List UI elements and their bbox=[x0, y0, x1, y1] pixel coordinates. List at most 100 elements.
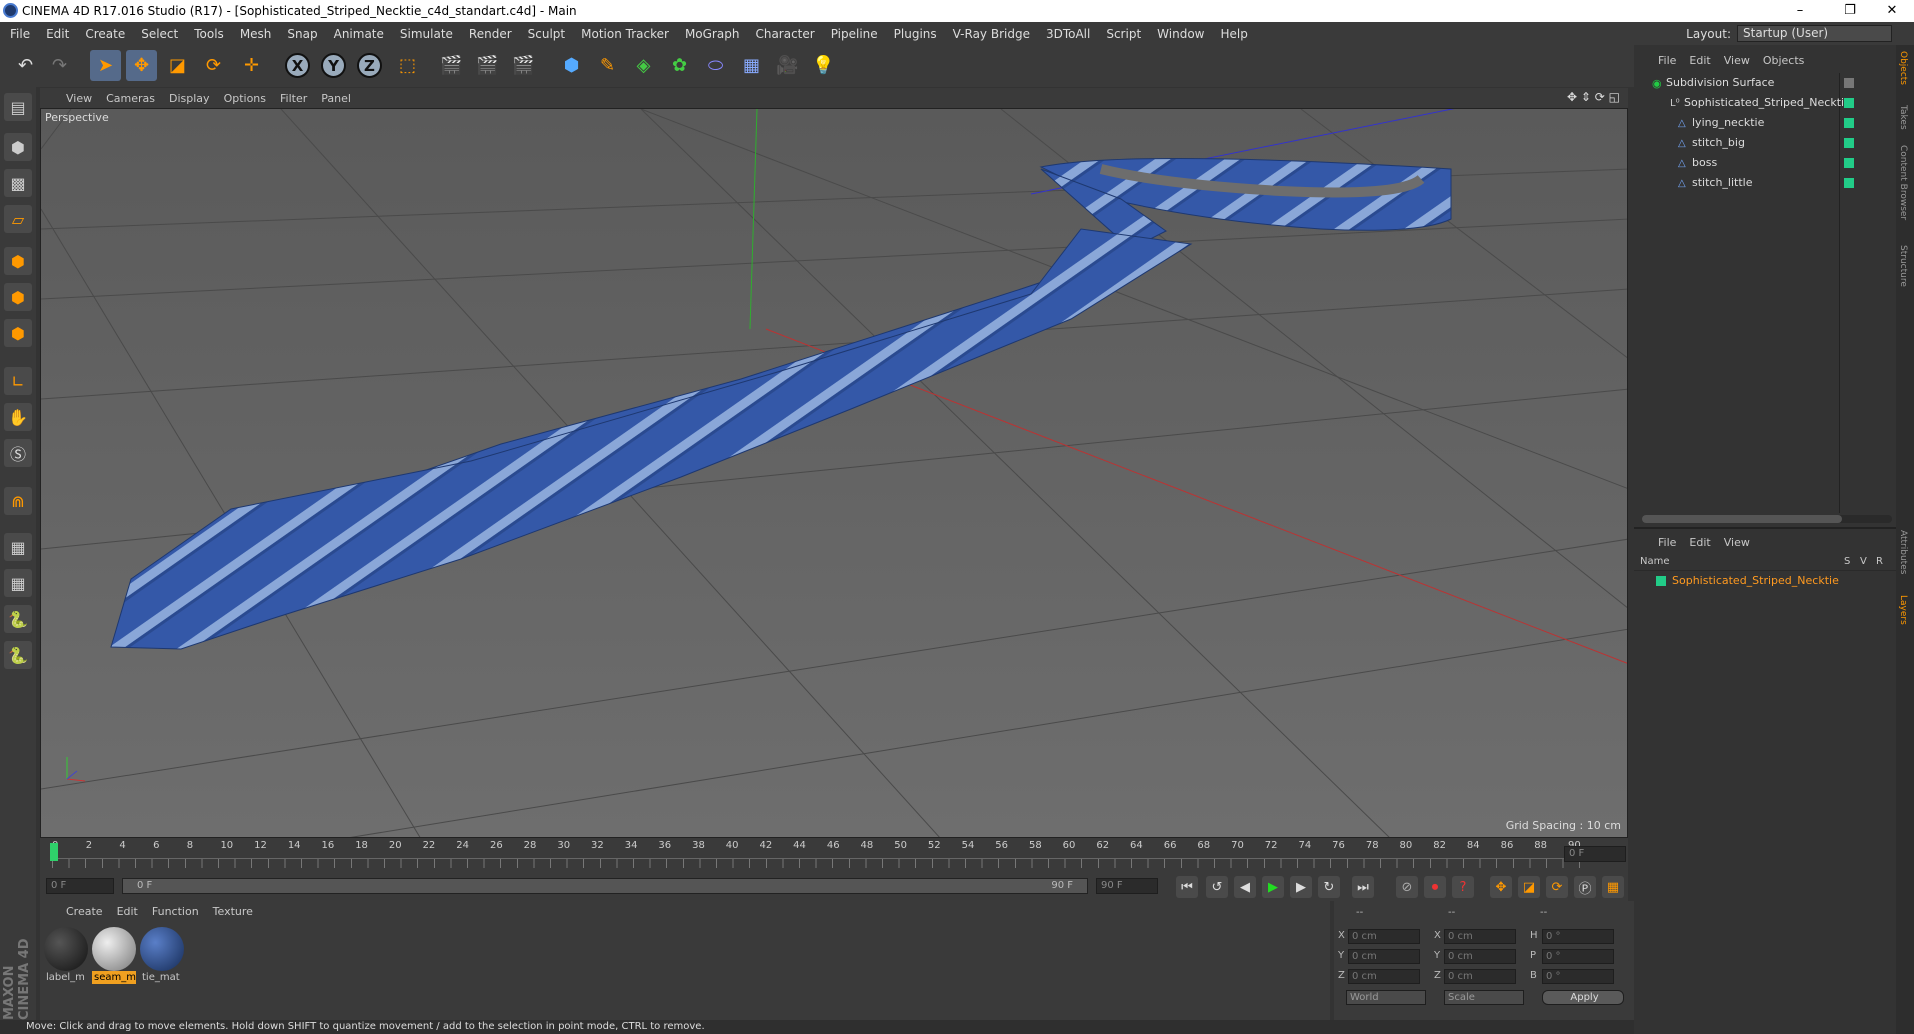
render-view-icon[interactable]: 🎬 bbox=[436, 50, 467, 81]
coord-size-y-field[interactable]: 0 cm bbox=[1444, 949, 1516, 964]
axis-z-lock-button[interactable]: Z bbox=[354, 50, 385, 81]
menu-simulate[interactable]: Simulate bbox=[400, 27, 453, 41]
menu-window[interactable]: Window bbox=[1157, 27, 1204, 41]
menu-mesh[interactable]: Mesh bbox=[240, 27, 272, 41]
workplane-mode-icon[interactable]: ▱ bbox=[4, 205, 32, 233]
objects-menu-view[interactable]: View bbox=[1724, 54, 1750, 67]
coord-pos-y-field[interactable]: 0 cm bbox=[1348, 949, 1420, 964]
coord-mode-dropdown[interactable]: World bbox=[1346, 990, 1426, 1005]
next-frame-icon[interactable]: ▶ bbox=[1290, 876, 1312, 898]
material-swatch-label[interactable] bbox=[44, 927, 88, 971]
material-menu-edit[interactable]: Edit bbox=[117, 905, 138, 918]
menu-edit[interactable]: Edit bbox=[46, 27, 69, 41]
viewport-camera-label[interactable]: Perspective bbox=[45, 111, 109, 124]
3d-viewport[interactable]: Perspective Grid Spacing : 10 cm bbox=[40, 108, 1628, 838]
coord-rot-p-field[interactable]: 0 ° bbox=[1542, 949, 1614, 964]
coord-pos-x-field[interactable]: 0 cm bbox=[1348, 929, 1420, 944]
workplane-lock-icon[interactable]: ▦ bbox=[4, 533, 32, 561]
menu-character[interactable]: Character bbox=[755, 27, 814, 41]
coord-rot-b-field[interactable]: 0 ° bbox=[1542, 969, 1614, 984]
autokey-icon[interactable]: ⏺ bbox=[1424, 876, 1446, 898]
python-script-icon-2[interactable]: 🐍 bbox=[4, 641, 32, 669]
spline-pen-icon[interactable]: ✎ bbox=[592, 50, 623, 81]
previous-frame-icon[interactable]: ◀ bbox=[1234, 876, 1256, 898]
tree-item[interactable]: △ stitch_big bbox=[1634, 134, 1854, 152]
side-tab-objects[interactable]: Objects bbox=[1898, 51, 1908, 85]
end-frame-field[interactable]: 90 F bbox=[1096, 878, 1158, 894]
rotate-tool-icon[interactable]: ⟳ bbox=[198, 50, 229, 81]
layer-color-swatch[interactable] bbox=[1656, 576, 1666, 586]
side-tab-content-browser[interactable]: Content Browser bbox=[1898, 145, 1908, 220]
make-editable-icon[interactable]: ▤ bbox=[4, 93, 32, 121]
menu-sculpt[interactable]: Sculpt bbox=[528, 27, 565, 41]
material-name-tie[interactable]: tie_mat bbox=[140, 971, 184, 984]
layers-menu-view[interactable]: View bbox=[1724, 536, 1750, 549]
menu-select[interactable]: Select bbox=[141, 27, 178, 41]
deformer-icon[interactable]: ⬭ bbox=[700, 50, 731, 81]
model-mode-icon[interactable]: ⬢ bbox=[4, 133, 32, 161]
objects-horizontal-scrollbar[interactable] bbox=[1642, 515, 1892, 523]
side-tab-takes[interactable]: Takes bbox=[1898, 105, 1908, 130]
magnet-icon[interactable]: ⋒ bbox=[4, 487, 32, 515]
key-pla-icon[interactable]: ▦ bbox=[1602, 876, 1624, 898]
menu-create[interactable]: Create bbox=[85, 27, 125, 41]
material-name-seam[interactable]: seam_m bbox=[92, 971, 136, 984]
viewport-menu-panel[interactable]: Panel bbox=[321, 92, 351, 105]
menu-motion-tracker[interactable]: Motion Tracker bbox=[581, 27, 669, 41]
material-menu-function[interactable]: Function bbox=[152, 905, 199, 918]
render-settings-icon[interactable]: 🎬 bbox=[508, 50, 539, 81]
material-menu-create[interactable]: Create bbox=[66, 905, 103, 918]
points-mode-icon[interactable]: ⬢ bbox=[4, 247, 32, 275]
menu-tools[interactable]: Tools bbox=[194, 27, 224, 41]
axis-y-lock-button[interactable]: Y bbox=[318, 50, 349, 81]
key-scale-icon[interactable]: ◪ bbox=[1518, 876, 1540, 898]
menu-render[interactable]: Render bbox=[469, 27, 512, 41]
floor-icon[interactable]: ▦ bbox=[736, 50, 767, 81]
key-position-icon[interactable]: ✥ bbox=[1490, 876, 1512, 898]
python-script-icon[interactable]: 🐍 bbox=[4, 605, 32, 633]
timeline-playhead[interactable] bbox=[50, 843, 58, 861]
side-tab-structure[interactable]: Structure bbox=[1898, 245, 1908, 287]
axis-x-lock-button[interactable]: X bbox=[282, 50, 313, 81]
redo-icon[interactable]: ↷ bbox=[44, 50, 75, 81]
record-disabled-icon[interactable]: ⊘ bbox=[1396, 876, 1418, 898]
menu-plugins[interactable]: Plugins bbox=[894, 27, 937, 41]
tree-item[interactable]: L⁰ Sophisticated_Striped_Necktie bbox=[1634, 94, 1854, 112]
menu-script[interactable]: Script bbox=[1106, 27, 1141, 41]
axis-mode-icon[interactable]: ∟ bbox=[4, 367, 32, 395]
workplane-axis-icon[interactable]: ▦ bbox=[4, 569, 32, 597]
tree-item[interactable]: △ boss bbox=[1634, 154, 1854, 172]
go-to-start-icon[interactable]: ⏮ bbox=[1176, 876, 1198, 898]
objects-menu-edit[interactable]: Edit bbox=[1689, 54, 1710, 67]
menu-pipeline[interactable]: Pipeline bbox=[831, 27, 878, 41]
live-selection-icon[interactable]: ✛ bbox=[236, 50, 267, 81]
menu-3dtoall[interactable]: 3DToAll bbox=[1046, 27, 1090, 41]
tweak-mode-icon[interactable]: ✋ bbox=[4, 403, 32, 431]
key-rotation-icon[interactable]: ⟳ bbox=[1546, 876, 1568, 898]
array-icon[interactable]: ✿ bbox=[664, 50, 695, 81]
menu-file[interactable]: File bbox=[10, 27, 30, 41]
maximize-button[interactable]: ❐ bbox=[1830, 0, 1870, 22]
menu-animate[interactable]: Animate bbox=[334, 27, 384, 41]
menu-help[interactable]: Help bbox=[1220, 27, 1247, 41]
viewport-nav-icons[interactable]: ✥ ⇕ ⟳ ◱ bbox=[1567, 90, 1620, 104]
coord-size-x-field[interactable]: 0 cm bbox=[1444, 929, 1516, 944]
texture-mode-icon[interactable]: ▩ bbox=[4, 169, 32, 197]
layers-menu-file[interactable]: File bbox=[1658, 536, 1676, 549]
coordinate-system-icon[interactable]: ⬚ bbox=[392, 50, 423, 81]
current-frame-field[interactable]: 0 F bbox=[1564, 846, 1626, 862]
light-icon[interactable]: 💡 bbox=[808, 50, 839, 81]
minimize-button[interactable]: – bbox=[1780, 0, 1820, 22]
range-slider[interactable]: 0 F 90 F bbox=[122, 878, 1088, 894]
keyframe-selection-icon[interactable]: ? bbox=[1452, 876, 1474, 898]
layer-row[interactable]: Sophisticated_Striped_Necktie bbox=[1634, 572, 1896, 590]
menu-vray-bridge[interactable]: V-Ray Bridge bbox=[953, 27, 1030, 41]
objects-menu-objects[interactable]: Objects bbox=[1763, 54, 1805, 67]
material-swatch-seam[interactable] bbox=[92, 927, 136, 971]
apply-button[interactable]: Apply bbox=[1542, 990, 1624, 1005]
timeline-ruler[interactable]: 0246810121416182022242628303234363840424… bbox=[40, 838, 1628, 871]
tree-item[interactable]: △ lying_necktie bbox=[1634, 114, 1854, 132]
move-tool-icon[interactable]: ✥ bbox=[126, 50, 157, 81]
menu-snap[interactable]: Snap bbox=[287, 27, 317, 41]
menu-mograph[interactable]: MoGraph bbox=[685, 27, 740, 41]
